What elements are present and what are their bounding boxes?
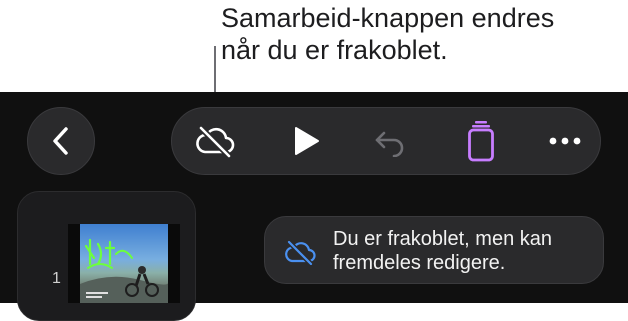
thumbnail-art: [80, 238, 169, 303]
offline-message: Du er frakoblet, men kan fremdeles redig…: [333, 228, 552, 274]
slides-icon: [468, 121, 494, 162]
slide-number: 1: [52, 270, 61, 287]
back-icon: [53, 127, 68, 155]
callout-line-1: Samarbeid-knappen endres: [221, 3, 555, 33]
play-button[interactable]: [280, 108, 332, 174]
cloud-offline-icon: [285, 240, 316, 265]
back-button[interactable]: [27, 107, 95, 175]
cloud-offline-icon: [196, 125, 235, 158]
more-icon: [549, 137, 581, 145]
callout-label: Samarbeid-knappen endres når du er frako…: [221, 2, 554, 66]
toolbar: [171, 107, 601, 175]
offline-banner: Du er frakoblet, men kan fremdeles redig…: [264, 216, 604, 284]
slide-thumbnail[interactable]: [68, 224, 180, 303]
thumbnail-image: [80, 224, 169, 303]
undo-icon: [375, 131, 404, 157]
collaboration-button[interactable]: [190, 108, 240, 174]
more-button[interactable]: [540, 108, 590, 174]
slides-button[interactable]: [455, 108, 507, 174]
play-icon: [295, 127, 319, 155]
undo-button[interactable]: [362, 108, 418, 174]
callout-line-2: når du er frakoblet.: [221, 35, 448, 65]
